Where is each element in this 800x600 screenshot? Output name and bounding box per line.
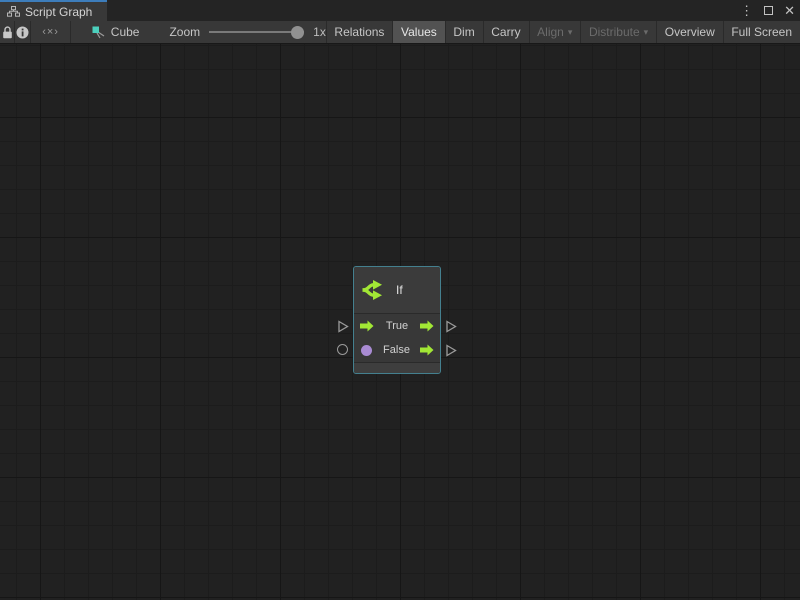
relations-button[interactable]: Relations — [326, 21, 392, 43]
zoom-slider-handle[interactable] — [291, 26, 304, 39]
toolbar-separator — [70, 21, 71, 43]
lock-icon — [2, 26, 13, 39]
script-graph-window: { "tab": { "title": "Script Graph" }, "w… — [0, 0, 800, 600]
node-if[interactable]: If True False — [353, 266, 441, 374]
zoom-slider[interactable] — [209, 31, 304, 33]
close-icon[interactable]: ✕ — [784, 4, 795, 17]
info-button[interactable] — [15, 21, 31, 43]
code-preview-button[interactable]: ‹×› — [31, 21, 70, 43]
port-row-false: False — [354, 338, 440, 362]
branch-icon — [361, 277, 387, 303]
external-value-input-marker[interactable] — [337, 344, 348, 355]
fullscreen-button[interactable]: Full Screen — [723, 21, 800, 43]
tab-title: Script Graph — [25, 5, 92, 19]
maximize-icon[interactable] — [764, 6, 773, 15]
node-if-header[interactable]: If — [354, 267, 440, 314]
align-label: Align — [537, 25, 564, 39]
flow-input-port[interactable] — [360, 320, 374, 332]
dropdown-arrow-icon: ▾ — [644, 27, 649, 38]
align-dropdown[interactable]: Align ▾ — [529, 21, 580, 43]
graph-target-selector[interactable]: Cube — [88, 21, 144, 43]
values-button[interactable]: Values — [393, 21, 445, 43]
external-true-output-marker[interactable] — [446, 320, 457, 333]
carry-button[interactable]: Carry — [483, 21, 528, 43]
zoom-label: Zoom — [169, 25, 200, 39]
overview-button[interactable]: Overview — [657, 21, 723, 43]
window-menu-icon[interactable]: ⋮ — [740, 4, 753, 17]
condition-input-port[interactable] — [361, 345, 372, 356]
distribute-label: Distribute — [589, 25, 640, 39]
port-label-false: False — [373, 344, 420, 356]
node-title: If — [396, 283, 403, 297]
false-output-port[interactable] — [420, 344, 434, 356]
port-row-true: True — [354, 314, 440, 338]
graph-node-icon — [92, 26, 106, 39]
graph-target-label: Cube — [111, 25, 140, 39]
port-label-true: True — [374, 320, 420, 332]
lock-button[interactable] — [0, 21, 14, 43]
window-controls: ⋮ ✕ — [740, 0, 795, 21]
zoom-value: 1x — [313, 25, 326, 39]
tab-script-graph[interactable]: Script Graph — [0, 0, 107, 21]
external-flow-input-marker[interactable] — [338, 320, 349, 333]
zoom-control: Zoom 1x — [169, 21, 325, 43]
distribute-dropdown[interactable]: Distribute ▾ — [581, 21, 656, 43]
graph-toolbar: ‹×› Cube Zoom 1x Relations Values Dim Ca… — [0, 21, 800, 44]
node-if-footer — [354, 362, 440, 373]
angle-x-icon: ‹×› — [42, 26, 59, 38]
graph-hierarchy-icon — [7, 6, 20, 17]
true-output-port[interactable] — [420, 320, 434, 332]
graph-canvas[interactable]: If True False — [0, 44, 800, 600]
dropdown-arrow-icon: ▾ — [568, 27, 573, 38]
info-icon — [16, 26, 29, 39]
external-false-output-marker[interactable] — [446, 344, 457, 357]
dim-button[interactable]: Dim — [445, 21, 482, 43]
tab-bar: Script Graph ⋮ ✕ — [0, 0, 800, 21]
